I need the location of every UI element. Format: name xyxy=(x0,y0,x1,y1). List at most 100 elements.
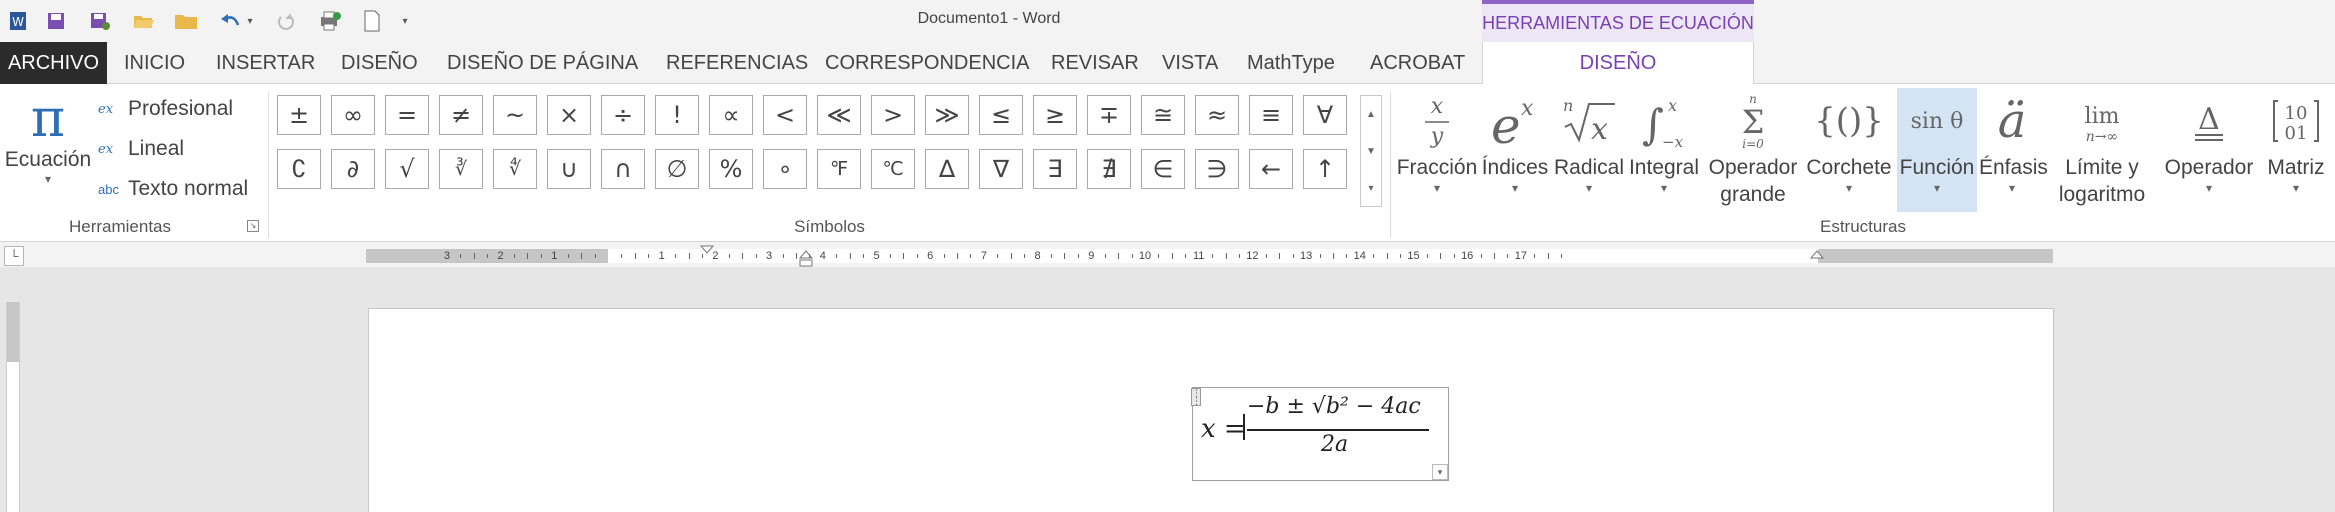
integral-icon: ∫ x −x xyxy=(1625,88,1703,154)
ruler-tick xyxy=(1373,254,1375,258)
symbol-button[interactable]: ∆ xyxy=(925,149,969,189)
ruler-tick xyxy=(1118,253,1120,259)
fraccion-button[interactable]: xy Fracción ▾ xyxy=(1393,88,1481,212)
tab-inicio[interactable]: INICIO xyxy=(124,42,185,84)
tab-revisar[interactable]: REVISAR xyxy=(1051,42,1139,84)
symbol-button[interactable]: ∪ xyxy=(547,149,591,189)
ruler-area: └ 3 2 1 1 2 3 4 5 6 7 8 9 10 11 12 13 14 15 16 17 xyxy=(0,243,2335,267)
symbol-button[interactable]: ℉ xyxy=(817,149,861,189)
equation-denominator: 2a xyxy=(1321,432,1349,457)
symbol-button[interactable]: ∀ xyxy=(1303,95,1347,135)
tab-diseno[interactable]: DISEÑO xyxy=(341,42,418,84)
horizontal-ruler[interactable]: 3 2 1 1 2 3 4 5 6 7 8 9 10 11 12 13 14 15 16 17 xyxy=(366,245,2053,267)
equation-container[interactable]: ⋮ ⋮ x = −b ± √b² − 4ac 2a ▾ xyxy=(1191,387,1449,481)
symbol-button[interactable]: ≠ xyxy=(439,95,483,135)
symbol-button[interactable]: ∘ xyxy=(763,149,807,189)
symbol-button[interactable]: ∞ xyxy=(331,95,375,135)
symbol-button[interactable]: ≡ xyxy=(1249,95,1293,135)
tab-diseno-pagina[interactable]: DISEÑO DE PÁGINA xyxy=(447,42,638,84)
lineal-button[interactable]: ex Lineal xyxy=(98,134,184,164)
symbol-button[interactable]: ∂ xyxy=(331,149,375,189)
symbol-button[interactable]: ≪ xyxy=(817,95,861,135)
corchete-button[interactable]: {()} Corchete ▾ xyxy=(1803,88,1895,212)
limite-logaritmo-button[interactable]: lim n→∞ Límite y logaritmo xyxy=(2047,88,2157,212)
integral-button[interactable]: ∫ x −x Integral ▾ xyxy=(1625,88,1703,212)
tab-referencias[interactable]: REFERENCIAS xyxy=(666,42,808,84)
symbol-button[interactable]: ∩ xyxy=(601,149,645,189)
tab-acrobat[interactable]: ACROBAT xyxy=(1370,42,1465,84)
ruler-tick xyxy=(1453,254,1455,258)
symbol-button[interactable]: ! xyxy=(655,95,699,135)
symbol-button[interactable]: ≫ xyxy=(925,95,969,135)
ruler-tick xyxy=(1024,254,1026,258)
texto-normal-button[interactable]: abc Texto normal xyxy=(98,174,248,204)
ruler-tick xyxy=(1077,254,1079,258)
symbol-button[interactable]: % xyxy=(709,149,753,189)
ruler-number: 13 xyxy=(1299,250,1313,262)
ruler-tick xyxy=(957,253,959,259)
group-divider xyxy=(268,92,269,238)
equation-move-handle[interactable]: ⋮ ⋮ xyxy=(1191,388,1201,406)
symbol-button[interactable]: < xyxy=(763,95,807,135)
funcion-button[interactable]: sin θ Función ▾ xyxy=(1897,88,1977,212)
tab-diseno-ecuacion[interactable]: DISEÑO xyxy=(1482,42,1754,85)
tab-correspondencia[interactable]: CORRESPONDENCIA xyxy=(825,42,1029,84)
symbol-button[interactable]: × xyxy=(547,95,591,135)
accent-icon: ä xyxy=(1997,93,2027,149)
symbol-button[interactable]: ≈ xyxy=(1195,95,1239,135)
symbol-button[interactable]: ∛ xyxy=(439,149,483,189)
symbol-button[interactable]: ± xyxy=(277,95,321,135)
dialog-launcher-icon[interactable]: ↘ xyxy=(247,220,259,232)
enfasis-button[interactable]: ä Énfasis ▾ xyxy=(1979,88,2048,212)
symbol-button[interactable]: ↑ xyxy=(1303,149,1347,189)
symbol-button[interactable]: ∃ xyxy=(1033,149,1077,189)
symbol-button[interactable]: > xyxy=(871,95,915,135)
matriz-button[interactable]: 10 01 Matriz ▾ xyxy=(2261,88,2331,212)
svg-text:∫: ∫ xyxy=(1642,100,1664,149)
operador-grande-button[interactable]: n Σi=0 Operador grande xyxy=(1703,88,1803,212)
symbol-button[interactable]: ≥ xyxy=(1033,95,1077,135)
indices-button[interactable]: ex Índices ▾ xyxy=(1481,88,1549,212)
symbol-button[interactable]: √ xyxy=(385,149,429,189)
profesional-button[interactable]: ex Profesional xyxy=(98,94,233,124)
tab-archivo[interactable]: ARCHIVO xyxy=(0,42,107,84)
ruler-tick xyxy=(809,254,811,258)
symbol-button[interactable]: ℃ xyxy=(871,149,915,189)
gallery-expand-icon[interactable]: ▾ xyxy=(1361,170,1381,206)
svg-text:x: x xyxy=(1431,94,1444,119)
ruler-number: 1 xyxy=(658,250,665,262)
symbol-button[interactable]: ∝ xyxy=(709,95,753,135)
tab-stop-selector[interactable]: └ xyxy=(4,246,24,266)
symbol-button[interactable]: ← xyxy=(1249,149,1293,189)
symbol-button[interactable]: ∈ xyxy=(1141,149,1185,189)
ruler-tick xyxy=(514,254,516,258)
symbol-button[interactable]: ∓ xyxy=(1087,95,1131,135)
scroll-down-icon[interactable]: ▼ xyxy=(1361,133,1381,169)
operador-button[interactable]: Δ Operador ▾ xyxy=(2157,88,2261,212)
vertical-ruler[interactable] xyxy=(6,302,20,512)
symbol-button[interactable]: ∋ xyxy=(1195,149,1239,189)
ruler-number: 16 xyxy=(1461,250,1474,262)
scroll-up-icon[interactable]: ▲ xyxy=(1361,96,1381,132)
symbol-button[interactable]: ≤ xyxy=(979,95,1023,135)
symbol-button[interactable]: ∜ xyxy=(493,149,537,189)
symbol-button[interactable]: ∁ xyxy=(277,149,321,189)
symbol-button[interactable]: ÷ xyxy=(601,95,645,135)
radical-button[interactable]: nx Radical ▾ xyxy=(1553,88,1625,212)
symbol-button[interactable]: ≅ xyxy=(1141,95,1185,135)
symbol-button[interactable]: = xyxy=(385,95,429,135)
symbol-button[interactable]: ∅ xyxy=(655,149,699,189)
ruler-tick xyxy=(1238,254,1240,258)
ecuacion-button[interactable]: π Ecuación ▾ xyxy=(2,90,94,214)
ruler-tick xyxy=(1319,254,1321,258)
symbol-button[interactable]: ∇ xyxy=(979,149,1023,189)
symbol-button[interactable]: ~ xyxy=(493,95,537,135)
function-icon: sin θ xyxy=(1910,108,1964,134)
tab-insertar[interactable]: INSERTAR xyxy=(216,42,315,84)
profesional-label: Profesional xyxy=(128,97,234,120)
equation-options-icon[interactable]: ▾ xyxy=(1432,464,1448,480)
tab-vista[interactable]: VISTA xyxy=(1162,42,1218,84)
ruler-tick xyxy=(970,254,972,258)
tab-mathtype[interactable]: MathType xyxy=(1247,42,1335,84)
symbol-button[interactable]: ∄ xyxy=(1087,149,1131,189)
